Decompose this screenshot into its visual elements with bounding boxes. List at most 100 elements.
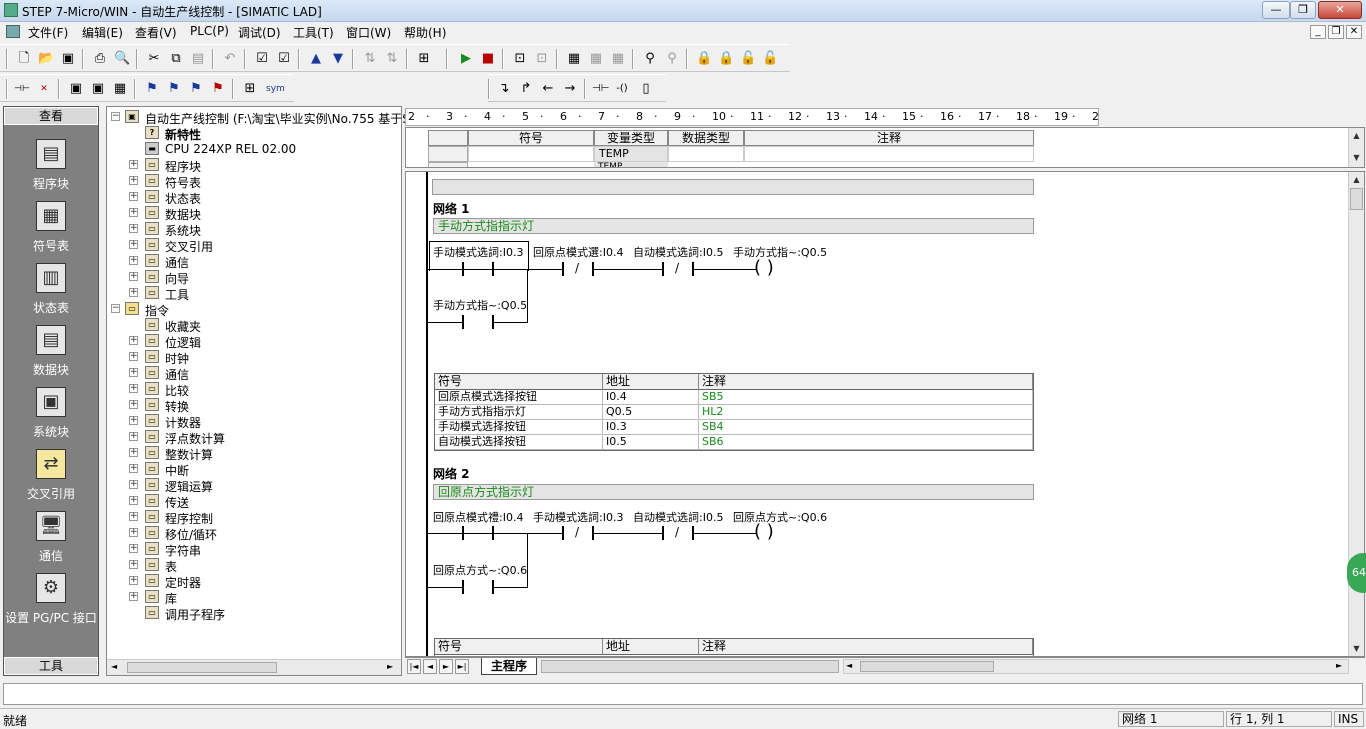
tree-hscrollbar[interactable]: ◄ ► [107, 659, 401, 675]
remove-bookmark-icon[interactable]: ⚑ [210, 81, 226, 97]
expand-icon[interactable]: + [129, 496, 138, 505]
cut-icon[interactable]: ✂ [146, 51, 162, 67]
collapse-icon[interactable]: − [111, 304, 120, 313]
tab-last-icon[interactable]: ►| [455, 659, 469, 674]
mdi-close-button[interactable]: ✕ [1346, 25, 1362, 39]
write-all-icon[interactable]: ▦ [610, 51, 626, 67]
floating-widget[interactable]: 64 [1347, 553, 1366, 593]
doc-icon[interactable] [6, 25, 20, 38]
contact-icon[interactable]: ⊣⊢ [592, 81, 609, 97]
compile-icon[interactable]: ☑ [254, 51, 270, 67]
network-2-coil-label[interactable]: 回原点方式~:Q0.6 [733, 509, 827, 525]
single-read-icon[interactable]: ▦ [588, 51, 604, 67]
sort-asc-icon[interactable]: ⇅ [362, 51, 378, 67]
minimize-button[interactable]: — [1262, 1, 1290, 19]
tab-prev-icon[interactable]: ◄ [423, 659, 437, 674]
lock-icon[interactable]: 🔒 [696, 51, 712, 67]
network-2-contact-3-label[interactable]: 自动模式选詞:I0.5 [633, 509, 723, 525]
symbol-toggle-icon[interactable]: sym [266, 81, 285, 97]
force-icon[interactable]: ⚲ [642, 51, 658, 67]
expand-icon[interactable]: + [129, 160, 138, 169]
pause-status-icon[interactable]: ⊡ [534, 51, 550, 67]
data-type-cell[interactable] [668, 146, 744, 162]
compile-all-icon[interactable]: ☑ [276, 51, 292, 67]
insert-contact-icon[interactable]: ⊣⊢ [14, 81, 30, 97]
network-1-title[interactable]: 网络 1 [433, 200, 470, 217]
expand-icon[interactable]: + [129, 176, 138, 185]
nav-item-pgpc-interface[interactable]: ⚙ 设置 PG/PC 接口 [4, 571, 98, 631]
comment-cell[interactable] [744, 146, 1034, 162]
unlock-all-icon[interactable]: 🔓 [740, 51, 756, 67]
menu-help[interactable]: 帮助(H) [404, 24, 446, 41]
network-2-coil[interactable]: ( ) [754, 523, 774, 541]
delete-contact-icon[interactable]: ✕ [36, 81, 52, 97]
scroll-left-icon[interactable]: ◄ [111, 662, 117, 671]
scroll-thumb[interactable] [860, 661, 994, 672]
toggle-bookmark-icon[interactable]: ⚑ [144, 81, 160, 97]
nav-item-program-block[interactable]: ▤ 程序块 [4, 137, 98, 197]
menu-window[interactable]: 窗口(W) [346, 24, 391, 41]
expand-icon[interactable]: + [129, 464, 138, 473]
nav-item-system-block[interactable]: ▣ 系统块 [4, 385, 98, 445]
network-2-title[interactable]: 网络 2 [433, 465, 470, 482]
menu-tools[interactable]: 工具(T) [293, 24, 334, 41]
line-right-icon[interactable]: → [562, 81, 578, 97]
scroll-left-icon[interactable]: ◄ [846, 661, 852, 670]
sort-desc-icon[interactable]: ⇅ [384, 51, 400, 67]
symbol-table-cell[interactable]: HL2 [699, 405, 1033, 420]
program-comment[interactable] [432, 179, 1034, 195]
nav-item-symbol-table[interactable]: ▦ 符号表 [4, 199, 98, 259]
undo-icon[interactable]: ↶ [222, 51, 238, 67]
coil-icon[interactable]: -() [614, 81, 630, 97]
expand-icon[interactable]: + [129, 336, 138, 345]
menu-file[interactable]: 文件(F) [28, 24, 68, 41]
restore-button[interactable]: ❐ [1290, 1, 1316, 19]
nav-item-data-block[interactable]: ▤ 数据块 [4, 323, 98, 383]
open-icon[interactable]: 📂 [38, 51, 54, 67]
unlock-icon[interactable]: 🔒 [718, 51, 734, 67]
paste-icon[interactable]: ▤ [190, 51, 206, 67]
prev-bookmark-icon[interactable]: ⚑ [188, 81, 204, 97]
symbol-table-cell[interactable]: 手动方式指指示灯 [435, 405, 603, 420]
menu-plc[interactable]: PLC(P) [190, 24, 229, 38]
tab-next-icon[interactable]: ► [439, 659, 453, 674]
close-button[interactable]: ✕ [1318, 1, 1362, 19]
symbol-table-cell[interactable]: 自动模式选择按钮 [435, 435, 603, 450]
nav-item-cross-reference[interactable]: ⇄ 交叉引用 [4, 447, 98, 507]
expand-icon[interactable]: + [129, 256, 138, 265]
line-up-icon[interactable]: ↱ [518, 81, 534, 97]
download-icon[interactable]: ▼ [330, 51, 346, 67]
collapse-icon[interactable]: − [111, 112, 120, 121]
next-bookmark-icon[interactable]: ⚑ [166, 81, 182, 97]
expand-icon[interactable]: + [129, 544, 138, 553]
options-icon[interactable]: ⊞ [416, 51, 432, 67]
expand-icon[interactable]: + [129, 432, 138, 441]
view-lad-icon[interactable]: ▣ [68, 81, 84, 97]
expand-icon[interactable]: + [129, 560, 138, 569]
expand-icon[interactable]: + [129, 400, 138, 409]
expand-icon[interactable]: + [129, 192, 138, 201]
copy-icon[interactable]: ⧉ [168, 51, 184, 67]
expand-icon[interactable]: + [129, 240, 138, 249]
mdi-restore-button[interactable]: ❐ [1328, 25, 1344, 39]
menu-view[interactable]: 查看(V) [135, 24, 177, 41]
network-1-branch-label[interactable]: 手动方式指~:Q0.5 [433, 297, 527, 313]
editor-hscrollbar[interactable]: ◄ ► [843, 659, 1349, 674]
network-1-coil-label[interactable]: 手动方式指~:Q0.5 [733, 244, 827, 260]
expand-icon[interactable]: + [129, 368, 138, 377]
nav-item-status-table[interactable]: ▥ 状态表 [4, 261, 98, 321]
program-status-icon[interactable]: ⊡ [512, 51, 528, 67]
output-window[interactable] [3, 683, 1363, 705]
symbol-table-cell[interactable]: Q0.5 [603, 405, 699, 420]
network-1-contact-3-label[interactable]: 自动模式选詞:I0.5 [633, 244, 723, 260]
symbol-table-cell[interactable]: I0.4 [603, 390, 699, 405]
scroll-down-icon[interactable]: ▼ [1349, 641, 1364, 656]
view-fbd-icon[interactable]: ▦ [112, 81, 128, 97]
network-1-contact-2-label[interactable]: 回原点模式選:I0.4 [533, 244, 623, 260]
nav-header-tools[interactable]: 工具 [4, 657, 98, 675]
expand-icon[interactable]: + [129, 592, 138, 601]
upload-icon[interactable]: ▲ [308, 51, 324, 67]
line-down-icon[interactable]: ↴ [496, 81, 512, 97]
menu-debug[interactable]: 调试(D) [238, 24, 281, 41]
new-icon[interactable]: 🗋 [16, 51, 32, 67]
